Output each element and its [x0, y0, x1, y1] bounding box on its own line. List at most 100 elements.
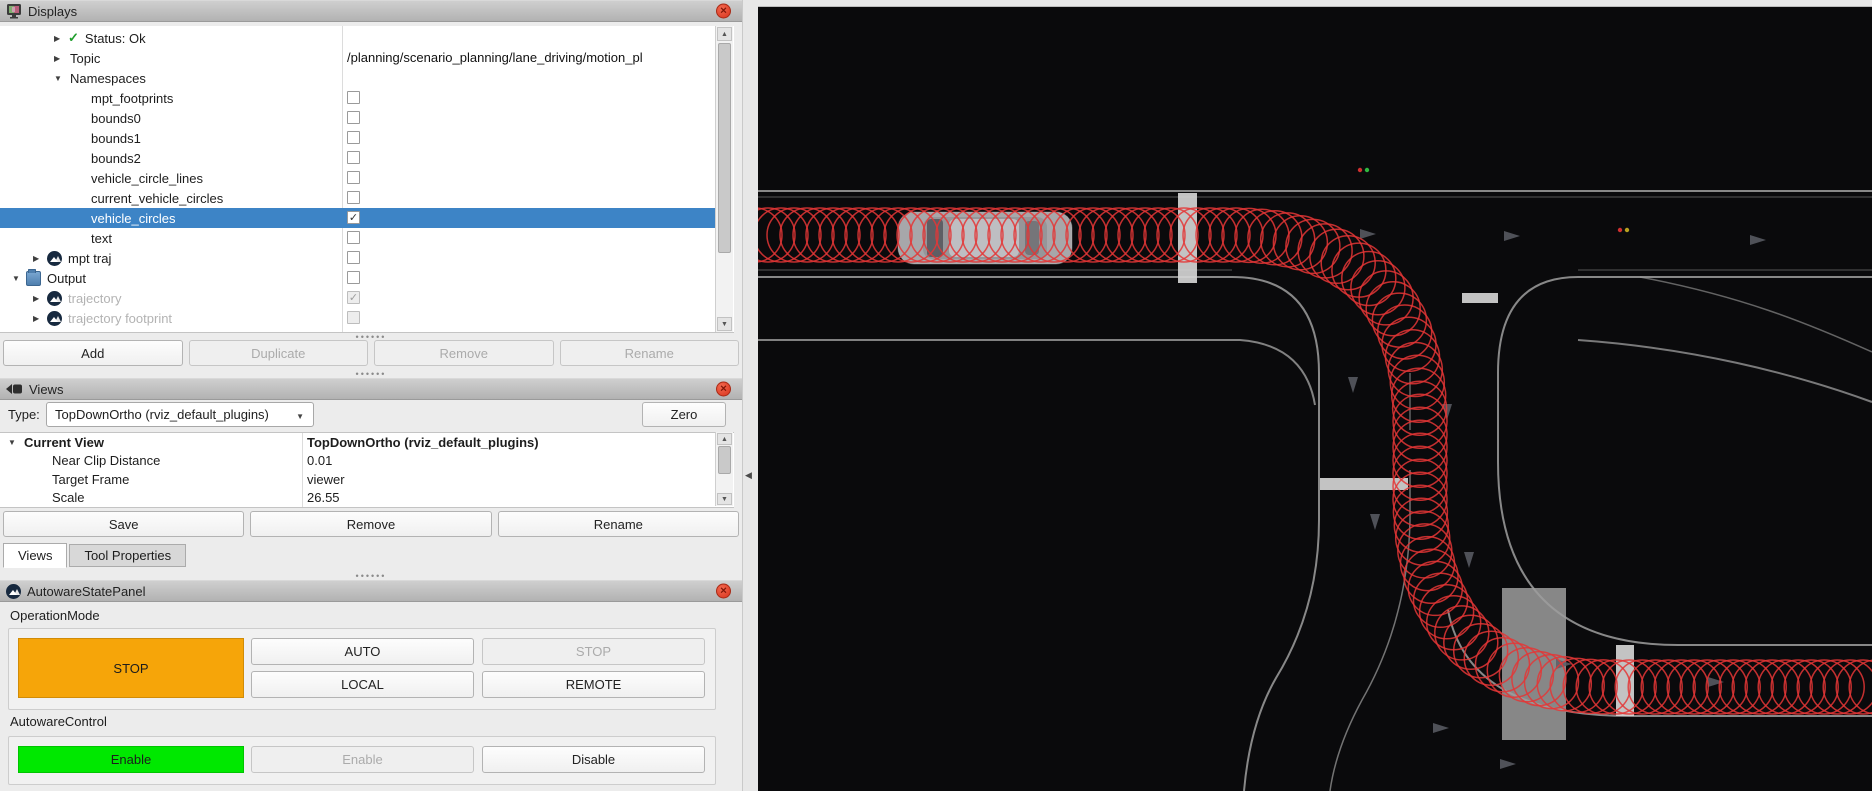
- remove-button[interactable]: Remove: [374, 340, 554, 366]
- expand-arrow-icon[interactable]: ▶: [33, 314, 47, 323]
- scrollbar-down-icon[interactable]: ▼: [717, 493, 732, 505]
- rename-button[interactable]: Rename: [498, 511, 739, 537]
- remote-button[interactable]: REMOTE: [482, 671, 705, 698]
- checkbox[interactable]: ✓: [347, 211, 360, 224]
- checkbox[interactable]: [347, 231, 360, 244]
- tree-row-status-ok[interactable]: ▶✓Status: Ok: [0, 28, 715, 48]
- displays-panel-header[interactable]: Displays ✕: [0, 0, 742, 22]
- scrollbar-thumb[interactable]: [718, 446, 731, 474]
- stop-button-disabled[interactable]: STOP: [482, 638, 705, 665]
- expand-arrow-icon[interactable]: ▶: [54, 54, 68, 63]
- checkbox[interactable]: [347, 191, 360, 204]
- property-row-target-frame[interactable]: Target Frame viewer: [0, 470, 715, 488]
- checkbox[interactable]: [347, 311, 360, 324]
- property-name: Current View: [24, 435, 104, 450]
- panel-collapse-handle[interactable]: ◀: [745, 470, 752, 481]
- rename-button[interactable]: Rename: [560, 340, 740, 366]
- tree-item-label: trajectory: [68, 291, 121, 306]
- crosswalk-bar: [1462, 293, 1498, 303]
- enable-active-button[interactable]: Enable: [18, 746, 244, 773]
- zero-button[interactable]: Zero: [642, 402, 726, 427]
- autoware-display-icon: [47, 251, 62, 266]
- tree-row-text[interactable]: text: [0, 228, 715, 248]
- views-scrollbar[interactable]: ▲ ▼: [715, 432, 733, 506]
- scrollbar-up-icon[interactable]: ▲: [717, 27, 732, 41]
- render-view-3d[interactable]: [758, 0, 1872, 791]
- dock-splitter[interactable]: ◀: [742, 0, 759, 791]
- expand-arrow-icon[interactable]: ▶: [54, 34, 68, 43]
- views-panel-header[interactable]: Views ✕: [0, 378, 742, 400]
- stop-mode-active-button[interactable]: STOP: [18, 638, 244, 698]
- tree-item-label: text: [91, 231, 112, 246]
- property-value: viewer: [307, 472, 345, 487]
- rviz-window: Displays ✕ ▶✓Status: Ok▶Topic/planning/s…: [0, 0, 1872, 791]
- tree-item-label: vehicle_circles: [91, 211, 176, 226]
- close-icon[interactable]: ✕: [716, 584, 731, 599]
- view-type-value: TopDownOrtho (rviz_default_plugins): [55, 407, 269, 422]
- tree-row-trajectory-footprint[interactable]: ▶ trajectory footprint: [0, 308, 715, 328]
- property-row-current-view[interactable]: ▼Current ViewTopDownOrtho (rviz_default_…: [0, 433, 715, 451]
- crosswalk-bar: [1616, 645, 1634, 716]
- tree-row-topic[interactable]: ▶Topic/planning/scenario_planning/lane_d…: [0, 48, 715, 68]
- tree-row-current-vehicle-circles[interactable]: current_vehicle_circles: [0, 188, 715, 208]
- splitter-handle[interactable]: ••••••: [0, 370, 742, 378]
- tree-row-mpt-footprints[interactable]: mpt_footprints: [0, 88, 715, 108]
- displays-icon: [6, 3, 22, 19]
- tree-row-bounds0[interactable]: bounds0: [0, 108, 715, 128]
- traffic-light-dot: [1618, 228, 1622, 232]
- expand-arrow-icon[interactable]: ▼: [12, 274, 26, 283]
- expand-arrow-icon[interactable]: ▶: [33, 254, 47, 263]
- auto-button[interactable]: AUTO: [251, 638, 474, 665]
- map-scene: [758, 0, 1872, 791]
- tree-row-vehicle-circle-lines[interactable]: vehicle_circle_lines: [0, 168, 715, 188]
- tree-row-output[interactable]: ▼ Output: [0, 268, 715, 288]
- tree-row-namespaces[interactable]: ▼Namespaces: [0, 68, 715, 88]
- tree-row-bounds2[interactable]: bounds2: [0, 148, 715, 168]
- close-icon[interactable]: ✕: [716, 382, 731, 397]
- displays-scrollbar[interactable]: ▲ ▼: [715, 26, 733, 332]
- scrollbar-down-icon[interactable]: ▼: [717, 317, 732, 331]
- expand-arrow-icon[interactable]: ▼: [8, 438, 22, 447]
- autoware-panel-header[interactable]: AutowareStatePanel ✕: [0, 580, 742, 602]
- property-name: Target Frame: [52, 472, 129, 487]
- local-button[interactable]: LOCAL: [251, 671, 474, 698]
- tree-row-trajectory[interactable]: ▶ trajectory ✓: [0, 288, 715, 308]
- checkbox[interactable]: [347, 271, 360, 284]
- tree-item-label: Output: [47, 271, 86, 286]
- enable-button-disabled[interactable]: Enable: [251, 746, 474, 773]
- type-label: Type:: [8, 407, 40, 422]
- checkbox[interactable]: [347, 91, 360, 104]
- checkbox[interactable]: [347, 131, 360, 144]
- expand-arrow-icon[interactable]: ▼: [54, 74, 68, 83]
- tree-item-label: bounds1: [91, 131, 141, 146]
- duplicate-button[interactable]: Duplicate: [189, 340, 369, 366]
- checkbox[interactable]: ✓: [347, 291, 360, 304]
- tab-views[interactable]: Views: [3, 543, 67, 568]
- checkbox[interactable]: [347, 151, 360, 164]
- scrollbar-up-icon[interactable]: ▲: [717, 433, 732, 445]
- tree-row-bounds1[interactable]: bounds1: [0, 128, 715, 148]
- close-icon[interactable]: ✕: [716, 4, 731, 19]
- expand-arrow-icon[interactable]: ▶: [33, 294, 47, 303]
- tree-row-mpt-traj[interactable]: ▶mpt traj: [0, 248, 715, 268]
- splitter-handle[interactable]: ••••••: [0, 572, 742, 580]
- tree-item-label: trajectory footprint: [68, 311, 172, 326]
- remove-button[interactable]: Remove: [250, 511, 491, 537]
- disable-button[interactable]: Disable: [482, 746, 705, 773]
- scrollbar-thumb[interactable]: [718, 43, 731, 253]
- checkbox[interactable]: [347, 171, 360, 184]
- property-value: 0.01: [307, 453, 332, 468]
- tree-item-label: Topic: [70, 51, 100, 66]
- tree-item-label: bounds2: [91, 151, 141, 166]
- property-row-scale[interactable]: Scale26.55: [0, 489, 715, 507]
- view-type-dropdown[interactable]: TopDownOrtho (rviz_default_plugins) ▼: [46, 402, 314, 427]
- property-value: 26.55: [307, 490, 340, 505]
- checkbox[interactable]: [347, 251, 360, 264]
- add-button[interactable]: Add: [3, 340, 183, 366]
- tree-row-vehicle-circles[interactable]: vehicle_circles ✓: [0, 208, 715, 228]
- save-button[interactable]: Save: [3, 511, 244, 537]
- property-row-near-clip-distance[interactable]: Near Clip Distance0.01: [0, 452, 715, 470]
- views-panel-title: Views: [29, 382, 63, 397]
- checkbox[interactable]: [347, 111, 360, 124]
- tab-tool-properties[interactable]: Tool Properties: [69, 544, 186, 567]
